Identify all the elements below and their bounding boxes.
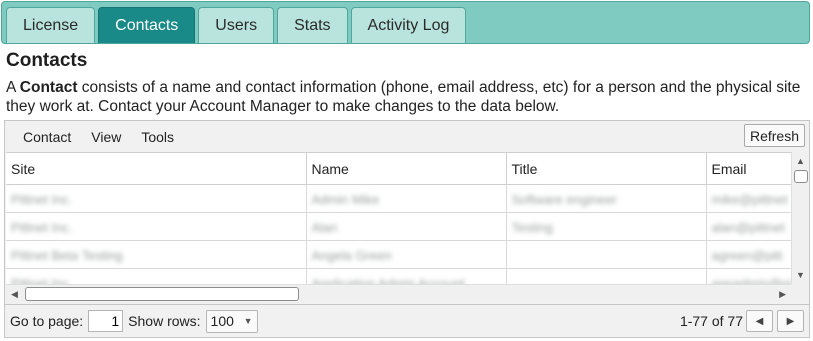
cell-email: agreen@pitt bbox=[706, 240, 791, 269]
rows-per-page-select[interactable]: 100 ▼ bbox=[205, 309, 258, 333]
previous-page-button[interactable]: ◀ bbox=[746, 310, 773, 332]
column-header-email[interactable]: Email bbox=[706, 152, 791, 185]
cell-email: alan@pittnet bbox=[706, 212, 791, 241]
cell-name: Alan bbox=[306, 212, 507, 241]
tab-contacts[interactable]: Contacts bbox=[98, 7, 196, 43]
vertical-scroll-thumb[interactable] bbox=[794, 170, 808, 183]
horizontal-scroll-thumb[interactable] bbox=[25, 287, 299, 301]
description-text: consists of a name and contact informati… bbox=[6, 79, 801, 115]
column-header-site[interactable]: Site bbox=[6, 152, 307, 185]
cell-title: Software engineer bbox=[506, 184, 707, 213]
scroll-up-icon[interactable]: ▲ bbox=[796, 156, 805, 166]
column-header-name[interactable]: Name bbox=[306, 152, 507, 185]
scroll-right-icon[interactable]: ▶ bbox=[779, 289, 786, 299]
tab-license[interactable]: License bbox=[6, 7, 96, 43]
scroll-left-icon[interactable]: ◀ bbox=[11, 289, 18, 299]
chevron-left-icon: ◀ bbox=[755, 315, 764, 327]
table-viewport: Site Name Title Email Pittnet Inc. Admin… bbox=[6, 152, 791, 284]
tab-stats[interactable]: Stats bbox=[277, 7, 348, 43]
tab-activity-log[interactable]: Activity Log bbox=[350, 7, 467, 43]
cell-name: Angela Green bbox=[306, 240, 507, 269]
scrollbar-corner bbox=[791, 284, 809, 302]
menu-contact[interactable]: Contact bbox=[13, 125, 81, 149]
tab-users[interactable]: Users bbox=[198, 7, 275, 43]
menu-tools[interactable]: Tools bbox=[131, 125, 184, 149]
cell-email: appadmin@pi bbox=[706, 268, 791, 284]
show-rows-label: Show rows: bbox=[128, 313, 201, 329]
table-row[interactable]: Pittnet Inc. Admin Mike Software enginee… bbox=[6, 184, 791, 213]
column-header-title[interactable]: Title bbox=[506, 152, 707, 185]
description-prefix: A bbox=[6, 79, 20, 96]
cell-name: Application Admin Account bbox=[306, 268, 507, 284]
header-row: Site Name Title Email bbox=[6, 152, 791, 185]
tab-strip: License Contacts Users Stats Activity Lo… bbox=[1, 1, 810, 44]
page-title: Contacts bbox=[6, 50, 88, 71]
cell-name: Admin Mike bbox=[306, 184, 507, 213]
page-description: A Contact consists of a name and contact… bbox=[6, 78, 806, 116]
horizontal-scrollbar[interactable]: ◀ ▶ bbox=[6, 284, 791, 302]
scroll-down-icon[interactable]: ▼ bbox=[796, 270, 805, 280]
vertical-scrollbar[interactable]: ▲ ▼ bbox=[791, 152, 809, 284]
record-count: 1-77 of 77 bbox=[679, 313, 743, 329]
table-row[interactable]: Pittnet Inc. Application Admin Account a… bbox=[6, 268, 791, 284]
cell-site: Pittnet Inc. bbox=[6, 268, 307, 284]
next-page-button[interactable]: ▶ bbox=[777, 310, 804, 332]
cell-site: Pittnet Inc. bbox=[6, 212, 307, 241]
cell-title bbox=[506, 240, 707, 269]
page-number-input[interactable] bbox=[88, 310, 124, 332]
cell-site: Pittnet Inc. bbox=[6, 184, 307, 213]
rows-per-page-value: 100 bbox=[210, 313, 234, 329]
grid-menubar: Contact View Tools Refresh bbox=[5, 121, 809, 152]
contacts-grid: Contact View Tools Refresh Site Name Tit… bbox=[4, 120, 810, 338]
cell-site: Pittnet Beta Testing bbox=[6, 240, 307, 269]
cell-email: mike@pittnet bbox=[706, 184, 791, 213]
goto-page-label: Go to page: bbox=[10, 313, 84, 329]
menu-view[interactable]: View bbox=[81, 125, 131, 149]
description-bold-term: Contact bbox=[19, 79, 78, 96]
table-row[interactable]: Pittnet Beta Testing Angela Green agreen… bbox=[6, 240, 791, 269]
refresh-button[interactable]: Refresh bbox=[743, 124, 805, 147]
contacts-table: Site Name Title Email Pittnet Inc. Admin… bbox=[6, 152, 791, 284]
cell-title: Testing bbox=[506, 212, 707, 241]
chevron-right-icon: ▶ bbox=[786, 315, 795, 327]
table-row[interactable]: Pittnet Inc. Alan Testing alan@pittnet bbox=[6, 212, 791, 241]
pager: Go to page: Show rows: 100 ▼ 1-77 of 77 … bbox=[5, 304, 809, 337]
cell-title bbox=[506, 268, 707, 284]
chevron-down-icon: ▼ bbox=[243, 316, 253, 326]
